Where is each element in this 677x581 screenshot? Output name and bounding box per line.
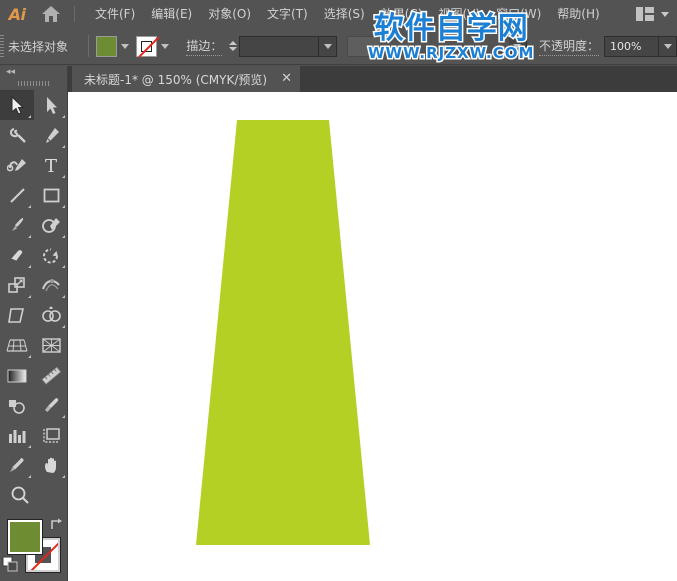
curvature-tool[interactable] bbox=[0, 150, 34, 180]
line-segment-tool[interactable] bbox=[0, 180, 34, 210]
menu-edit[interactable]: 编辑(E) bbox=[143, 3, 200, 25]
shaper-tool[interactable] bbox=[34, 210, 68, 240]
blend-tool[interactable] bbox=[0, 390, 34, 420]
stroke-weight-chevron-down-icon[interactable] bbox=[319, 36, 337, 57]
hand-tool[interactable] bbox=[34, 450, 68, 480]
column-graph-tool[interactable] bbox=[0, 420, 34, 450]
measure-tool[interactable] bbox=[34, 360, 68, 390]
workspace-switcher[interactable] bbox=[636, 0, 669, 28]
fill-chevron-down-icon[interactable] bbox=[117, 36, 132, 57]
document-tab-title: 未标题-1* @ 150% (CMYK/预览) bbox=[84, 71, 267, 88]
tool-grid: T bbox=[0, 88, 68, 480]
menu-view[interactable]: 视图(V) bbox=[430, 3, 488, 25]
stroke-weight-stepper[interactable] bbox=[227, 36, 239, 57]
artboard-tool[interactable] bbox=[34, 420, 68, 450]
fill-stroke-widget bbox=[0, 516, 68, 581]
canvas-area[interactable] bbox=[68, 92, 677, 581]
workspace-switcher-icon bbox=[636, 7, 654, 21]
rectangle-tool[interactable] bbox=[34, 180, 68, 210]
zoom-tool[interactable] bbox=[0, 480, 68, 510]
selection-tool[interactable] bbox=[0, 90, 34, 120]
fill-swatch-group[interactable] bbox=[96, 36, 132, 57]
eyedropper-tool[interactable] bbox=[34, 390, 68, 420]
tool-panel: ◂◂ bbox=[0, 66, 68, 581]
type-tool[interactable]: T bbox=[34, 150, 68, 180]
menu-file[interactable]: 文件(F) bbox=[87, 3, 143, 25]
opacity-preset-chevron-down-icon[interactable] bbox=[509, 36, 527, 57]
chevron-down-icon bbox=[661, 12, 669, 17]
document-tab[interactable]: 未标题-1* @ 150% (CMYK/预览) ✕ bbox=[72, 66, 300, 92]
stroke-profile-combo[interactable] bbox=[347, 36, 381, 57]
stroke-weight-input[interactable] bbox=[239, 36, 319, 57]
menu-help[interactable]: 帮助(H) bbox=[549, 3, 607, 25]
menu-type[interactable]: 文字(T) bbox=[259, 3, 316, 25]
menu-items: 文件(F) 编辑(E) 对象(O) 文字(T) 选择(S) 效果(C) 视图(V… bbox=[87, 3, 608, 25]
menu-bar: Ai 文件(F) 编辑(E) 对象(O) 文字(T) 选择(S) 效果(C) 视… bbox=[0, 0, 677, 28]
toolpanel-fill-swatch[interactable] bbox=[8, 520, 42, 554]
opacity-label: 不透明度： bbox=[539, 37, 599, 56]
menu-select[interactable]: 选择(S) bbox=[316, 3, 373, 25]
paintbrush-tool[interactable] bbox=[0, 210, 34, 240]
width-tool[interactable] bbox=[34, 270, 68, 300]
collapse-panel-icon[interactable]: ◂◂ bbox=[6, 68, 15, 77]
stroke-swatch-group[interactable] bbox=[136, 36, 172, 57]
menu-divider bbox=[74, 6, 75, 22]
mesh-tool[interactable] bbox=[34, 330, 68, 360]
control-bar-grip[interactable] bbox=[0, 28, 4, 65]
menu-effect[interactable]: 效果(C) bbox=[373, 3, 431, 25]
document-tab-bar: 未标题-1* @ 150% (CMYK/预览) ✕ bbox=[68, 66, 677, 92]
free-transform-tool[interactable] bbox=[0, 300, 34, 330]
pen-tool[interactable] bbox=[34, 120, 68, 150]
menu-object[interactable]: 对象(O) bbox=[200, 3, 259, 25]
magic-wand-tool[interactable] bbox=[0, 120, 34, 150]
tool-panel-header: ◂◂ bbox=[0, 66, 67, 78]
illustrator-window: Ai 文件(F) 编辑(E) 对象(O) 文字(T) 选择(S) 效果(C) 视… bbox=[0, 0, 677, 581]
direct-selection-tool[interactable] bbox=[34, 90, 68, 120]
artwork-svg bbox=[68, 92, 677, 581]
app-logo: Ai bbox=[0, 5, 34, 24]
slice-tool[interactable] bbox=[0, 450, 34, 480]
opacity-chevron-down-icon[interactable] bbox=[659, 36, 677, 57]
default-fill-stroke-icon[interactable] bbox=[2, 556, 19, 577]
fill-swatch[interactable] bbox=[96, 36, 117, 57]
opacity-input[interactable]: 100% bbox=[604, 36, 659, 57]
rotate-tool[interactable] bbox=[34, 240, 68, 270]
close-icon[interactable]: ✕ bbox=[281, 73, 292, 85]
swap-fill-stroke-icon[interactable] bbox=[48, 516, 64, 535]
stroke-chevron-down-icon[interactable] bbox=[157, 36, 172, 57]
stroke-swatch[interactable] bbox=[136, 36, 157, 57]
home-icon[interactable] bbox=[34, 5, 68, 23]
shape-builder-tool[interactable] bbox=[34, 300, 68, 330]
trapezoid-shape bbox=[196, 120, 370, 545]
control-bar: 未选择对象 描边： 不透明度： 100% bbox=[0, 28, 677, 65]
eraser-tool[interactable] bbox=[0, 240, 34, 270]
selection-status: 未选择对象 bbox=[8, 38, 68, 55]
stroke-weight-label: 描边： bbox=[186, 37, 222, 56]
scale-tool[interactable] bbox=[0, 270, 34, 300]
perspective-grid-tool[interactable] bbox=[0, 330, 34, 360]
menu-window[interactable]: 窗口(W) bbox=[488, 3, 549, 25]
svg-text:T: T bbox=[45, 156, 57, 175]
gradient-tool[interactable] bbox=[0, 360, 34, 390]
tool-panel-grip[interactable] bbox=[0, 78, 67, 88]
